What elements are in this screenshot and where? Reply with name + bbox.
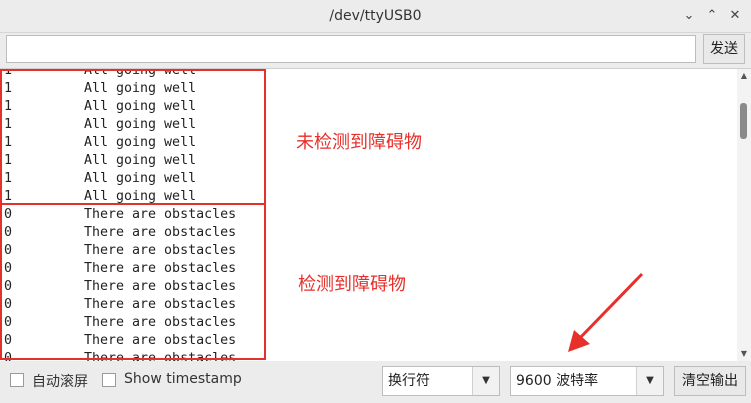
line-ending-value: 换行符: [388, 373, 430, 389]
autoscroll-checkbox[interactable]: [10, 373, 24, 387]
close-icon[interactable]: ✕: [726, 7, 744, 25]
bottom-bar: 自动滚屏 Show timestamp 换行符 ▼ 9600 波特率 ▼ 清空输…: [0, 361, 751, 403]
title-bar: /dev/ttyUSB0 ⌄ ⌃ ✕: [0, 0, 751, 33]
minimize-icon[interactable]: ⌄: [680, 7, 698, 25]
timestamp-checkbox[interactable]: [102, 373, 116, 387]
serial-monitor-window: /dev/ttyUSB0 ⌄ ⌃ ✕ 发送 1 All going well 1 Al…: [0, 0, 751, 403]
autoscroll-label: 自动滚屏: [32, 374, 88, 390]
window-title: /dev/ttyUSB0: [329, 8, 422, 24]
chevron-down-icon[interactable]: ▼: [636, 367, 663, 395]
annotation-box-no-obstacle: [0, 69, 266, 205]
clear-output-button[interactable]: 清空输出: [674, 366, 746, 396]
annotation-box-obstacle: [0, 203, 266, 360]
timestamp-label: Show timestamp: [124, 371, 242, 387]
vertical-scrollbar[interactable]: ▲ ▼: [737, 69, 751, 361]
scroll-up-icon[interactable]: ▲: [737, 69, 751, 83]
annotation-arrow-icon: [568, 272, 644, 352]
baud-rate-select[interactable]: 9600 波特率 ▼: [510, 366, 664, 396]
scroll-down-icon[interactable]: ▼: [737, 347, 751, 361]
maximize-icon[interactable]: ⌃: [703, 7, 721, 25]
annotation-label-obstacle: 检测到障碍物: [298, 274, 406, 295]
baud-rate-value: 9600 波特率: [516, 373, 599, 389]
chevron-down-icon[interactable]: ▼: [472, 367, 499, 395]
scrollbar-thumb[interactable]: [740, 103, 747, 139]
annotation-label-no-obstacle: 未检测到障碍物: [296, 132, 422, 153]
send-input[interactable]: [6, 35, 696, 63]
line-ending-select[interactable]: 换行符 ▼: [382, 366, 500, 396]
send-button[interactable]: 发送: [703, 34, 745, 64]
